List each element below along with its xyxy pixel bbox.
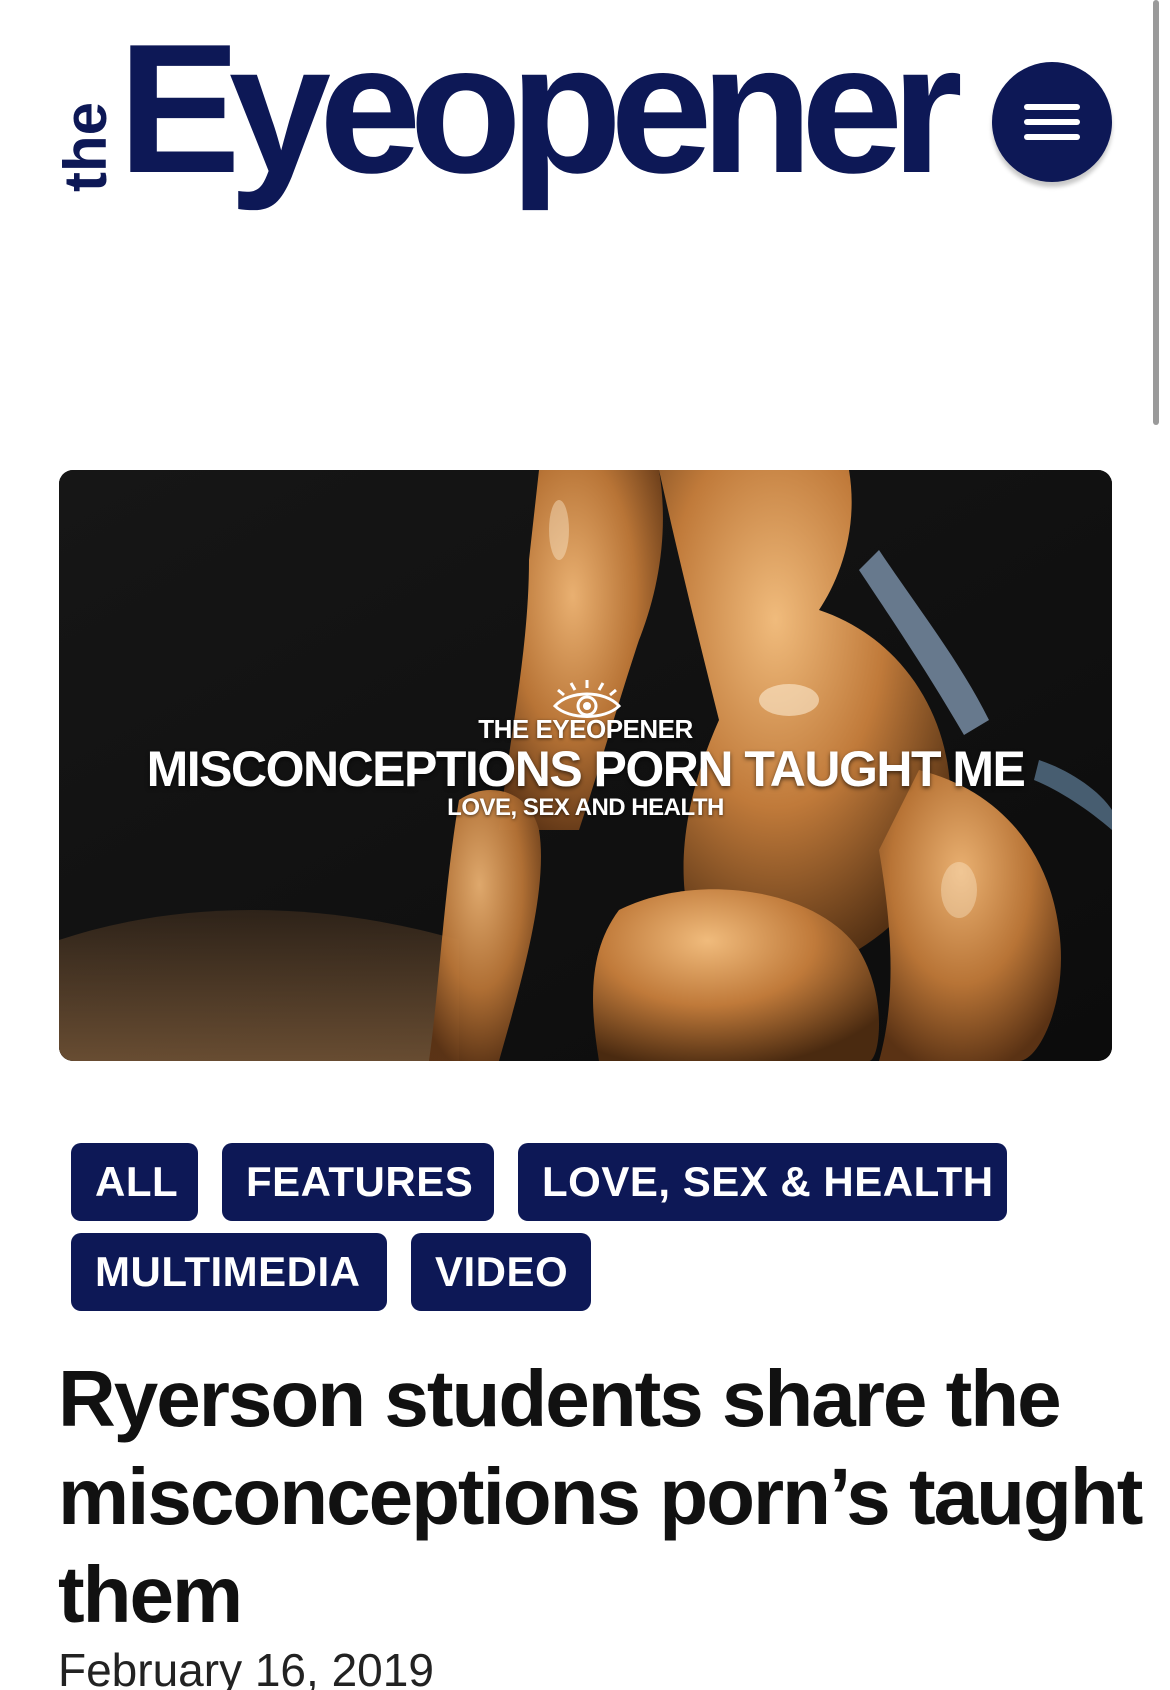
tag-love-sex-health[interactable]: LOVE, SEX & HEALTH [518, 1143, 1007, 1221]
logo-name: Eyeopener [118, 5, 963, 211]
article-headline: Ryerson students share the misconception… [58, 1354, 1143, 1639]
hamburger-icon-bar [1024, 134, 1080, 140]
tag-video[interactable]: VIDEO [411, 1233, 591, 1311]
menu-button[interactable] [992, 62, 1112, 182]
hero-image[interactable]: THE EYEOPENER MISCONCEPTIONS PORN TAUGHT… [59, 470, 1112, 1061]
hamburger-icon-bar [1024, 119, 1080, 125]
hero-title: MISCONCEPTIONS PORN TAUGHT ME [146, 741, 1026, 797]
category-tags: ALL FEATURES LOVE, SEX & HEALTH MULTIMED… [71, 1143, 1071, 1313]
site-logo[interactable]: the Eyeopener [52, 16, 963, 214]
tag-features[interactable]: FEATURES [222, 1143, 494, 1221]
tag-multimedia[interactable]: MULTIMEDIA [71, 1233, 387, 1311]
page-scrollbar[interactable] [1153, 0, 1159, 425]
hamburger-icon [1024, 104, 1080, 110]
tag-all[interactable]: ALL [71, 1143, 198, 1221]
hero-subtitle: LOVE, SEX AND HEALTH [447, 794, 724, 821]
site-header: the Eyeopener [0, 0, 1170, 220]
logo-prefix: the [52, 102, 119, 192]
hero-title-overlay: THE EYEOPENER MISCONCEPTIONS PORN TAUGHT… [59, 470, 1112, 1061]
article-date: February 16, 2019 [58, 1644, 434, 1690]
